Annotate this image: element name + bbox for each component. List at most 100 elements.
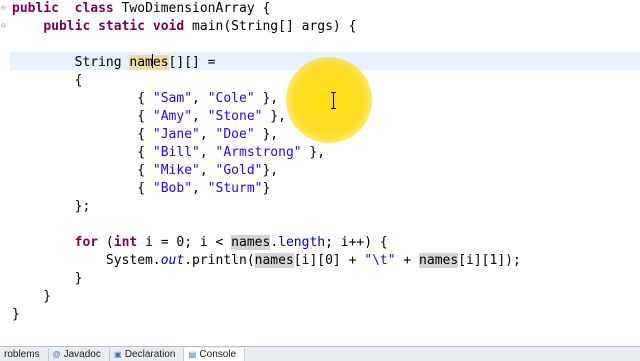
- code-token: .println(: [184, 253, 255, 268]
- code-token: class: [74, 1, 114, 16]
- code-token: .: [270, 235, 279, 250]
- code-token: length: [278, 235, 326, 250]
- code-token: out: [160, 253, 185, 268]
- code-token: public: [12, 1, 59, 16]
- code-token: for: [74, 235, 99, 250]
- code-token: TwoDimensionArray {: [113, 1, 271, 16]
- code-token: "Jane": [152, 127, 200, 142]
- tab-javadoc[interactable]: @ Javadoc: [49, 348, 110, 361]
- code-token: es: [152, 55, 169, 70]
- text-cursor-ibeam-icon: [331, 92, 337, 110]
- code-token: names: [231, 235, 271, 250]
- code-token: "Bill": [152, 145, 200, 160]
- code-token: }: [12, 271, 83, 286]
- code-token: "Stone": [207, 109, 263, 124]
- code-line[interactable]: { "Sam", "Cole" },: [12, 90, 640, 108]
- code-line[interactable]: { "Bob", "Sturm"}: [12, 180, 640, 198]
- code-token: ,: [192, 91, 208, 106]
- code-token: {: [12, 109, 153, 124]
- code-token: i = 0; i <: [137, 235, 232, 250]
- code-token: },: [254, 127, 279, 142]
- code-line[interactable]: System.out.println(names[i][0] + "\t" + …: [12, 252, 640, 270]
- code-token: main(String[] args) {: [184, 19, 357, 34]
- tab-label: Javadoc: [63, 349, 101, 360]
- code-token: System.: [12, 253, 161, 268]
- code-token: {: [12, 163, 153, 178]
- code-token: names: [254, 253, 294, 268]
- tab-label: Console: [199, 349, 237, 360]
- tab-declaration[interactable]: ▣ Declaration: [110, 348, 185, 361]
- code-token: nam: [129, 55, 153, 70]
- code-line[interactable]: for (int i = 0; i < names.length; i++) {: [12, 234, 640, 252]
- fold-marker-icon[interactable]: ⊖: [1, 4, 7, 12]
- code-token: {: [12, 73, 83, 88]
- tab-console[interactable]: ▤ Console: [184, 348, 246, 361]
- code-line[interactable]: }: [12, 306, 640, 324]
- code-token: },: [262, 163, 279, 178]
- code-line[interactable]: { "Amy", "Stone" },: [12, 108, 640, 126]
- code-line[interactable]: [12, 324, 640, 342]
- code-token: int: [113, 235, 138, 250]
- code-token: },: [262, 109, 286, 124]
- javadoc-icon: @: [52, 349, 61, 359]
- code-token: ,: [199, 163, 216, 178]
- code-token: "Amy": [152, 109, 193, 124]
- code-token: String: [12, 55, 130, 70]
- code-token: "Sturm": [207, 181, 263, 196]
- code-line[interactable]: public class TwoDimensionArray {: [12, 0, 640, 18]
- code-token: },: [301, 145, 326, 160]
- code-line[interactable]: }: [12, 288, 640, 306]
- code-token: ,: [199, 145, 216, 160]
- code-token: ,: [199, 127, 216, 142]
- code-token: {: [12, 127, 153, 142]
- code-line[interactable]: String names[][] =: [12, 54, 640, 72]
- code-token: };: [12, 199, 91, 214]
- tab-label: roblems: [4, 349, 40, 360]
- code-token: ,: [192, 181, 208, 196]
- bottom-panel-tab-bar: roblems @ Javadoc ▣ Declaration ▤ Console: [0, 346, 640, 361]
- code-token: ,: [192, 109, 208, 124]
- code-token: }: [12, 307, 20, 322]
- code-line[interactable]: [12, 216, 640, 234]
- code-token: void: [152, 19, 185, 34]
- code-line[interactable]: }: [12, 270, 640, 288]
- code-token: }: [12, 289, 52, 304]
- code-token: [][] =: [168, 55, 216, 70]
- code-token: +: [395, 253, 420, 268]
- declaration-icon: ▣: [114, 349, 122, 359]
- code-token: "\t": [364, 253, 396, 268]
- code-token: ; i++) {: [325, 235, 388, 250]
- code-token: "Armstrong": [215, 145, 302, 160]
- code-token: "Gold": [215, 163, 263, 178]
- fold-marker-icon[interactable]: ⊖: [1, 22, 7, 30]
- tab-label: Declaration: [124, 349, 176, 360]
- tab-roblems[interactable]: roblems: [0, 348, 49, 361]
- code-line[interactable]: [12, 36, 640, 54]
- code-token: [i][0] +: [293, 253, 365, 268]
- code-token: "Sam": [152, 91, 193, 106]
- code-token: }: [262, 181, 271, 196]
- code-line[interactable]: { "Mike", "Gold"},: [12, 162, 640, 180]
- code-token: static: [98, 19, 146, 34]
- code-line[interactable]: };: [12, 198, 640, 216]
- code-token: (: [98, 235, 114, 250]
- source-code[interactable]: public class TwoDimensionArray { public …: [12, 0, 640, 342]
- code-editor[interactable]: ⊖ ⊖ public class TwoDimensionArray { pub…: [0, 0, 640, 346]
- code-token: "Doe": [215, 127, 255, 142]
- console-icon: ▤: [188, 349, 197, 359]
- code-token: "Cole": [207, 91, 255, 106]
- editor-gutter: ⊖ ⊖: [0, 0, 8, 346]
- code-line[interactable]: { "Bill", "Armstrong" },: [12, 144, 640, 162]
- code-line[interactable]: public static void main(String[] args) {: [12, 18, 640, 36]
- code-line[interactable]: { "Jane", "Doe" },: [12, 126, 640, 144]
- code-token: },: [254, 91, 279, 106]
- code-token: "Bob": [152, 181, 193, 196]
- code-token: "Mike": [152, 163, 200, 178]
- code-token: public: [43, 19, 91, 34]
- code-line[interactable]: {: [12, 72, 640, 90]
